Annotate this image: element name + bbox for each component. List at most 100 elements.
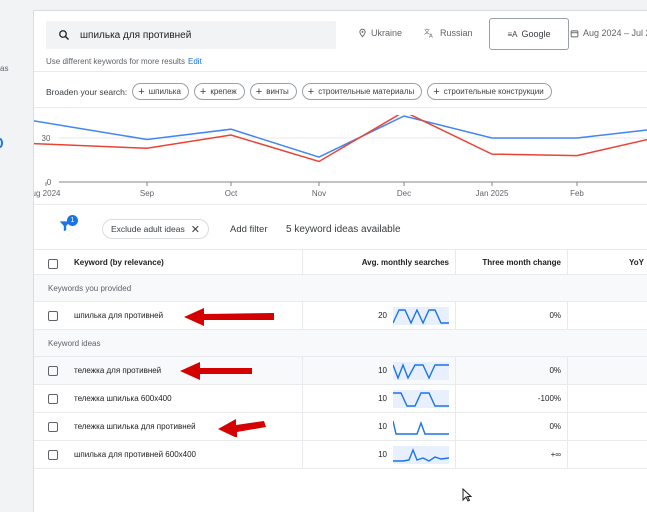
yoy-change-cell <box>568 441 647 468</box>
left-sidebar-fragment: as <box>0 0 33 512</box>
edit-keywords-link[interactable]: Edit <box>188 57 202 66</box>
x-tick-label: Oct <box>225 189 238 198</box>
column-header-three-month[interactable]: Three month change <box>456 250 568 274</box>
search-input[interactable] <box>80 29 320 41</box>
calendar-icon <box>570 29 579 37</box>
table-row[interactable]: тележка шпилька 600х400 10 -100% <box>34 385 647 413</box>
yoy-change-cell <box>568 413 647 440</box>
group-header-ideas: Keyword ideas <box>34 330 647 357</box>
mouse-cursor-icon <box>462 488 472 502</box>
x-tick-label: Jan 2025 <box>476 189 509 198</box>
exclude-adult-ideas-chip[interactable]: Exclude adult ideas ✕ <box>102 219 209 239</box>
three-month-change-cell: 0% <box>456 302 568 329</box>
broaden-chip[interactable]: + шпилька <box>132 83 189 100</box>
table-row[interactable]: тележка шпилька для противней 10 0% <box>34 413 647 441</box>
plus-icon: + <box>433 85 440 98</box>
avg-searches-value: 20 <box>378 311 387 320</box>
chip-label: строительные конструкции <box>443 87 544 96</box>
plus-icon: + <box>255 85 263 98</box>
yoy-change-cell <box>568 357 647 384</box>
row-checkbox[interactable] <box>48 450 58 460</box>
broaden-chip[interactable]: + строительные конструкции <box>427 83 552 100</box>
plus-icon: + <box>138 85 145 98</box>
broaden-chip[interactable]: + строительные материалы <box>301 83 423 100</box>
three-month-change-cell: -100% <box>456 385 568 412</box>
add-filter-button[interactable]: Add filter <box>230 224 268 235</box>
chip-label: шпилька <box>148 87 181 96</box>
x-tick-label: Dec <box>397 189 411 198</box>
keyword-table: Keyword (by relevance) Avg. monthly sear… <box>34 249 647 469</box>
yoy-change-cell <box>568 385 647 412</box>
row-checkbox[interactable] <box>48 366 58 376</box>
keyword-text: тележка шпилька для противней <box>74 422 196 431</box>
close-icon[interactable]: ✕ <box>191 223 200 236</box>
sparkline <box>393 306 449 325</box>
column-header-keyword[interactable]: Keyword (by relevance) <box>74 258 164 267</box>
location-label: Ukraine <box>371 28 403 38</box>
yoy-change-cell <box>568 302 647 329</box>
search-bar[interactable] <box>46 21 336 49</box>
x-tick-label: Nov <box>312 189 326 198</box>
avg-searches-value: 10 <box>378 366 387 375</box>
trend-series-line-0 <box>34 115 647 158</box>
sidebar-circle-icon <box>0 138 3 148</box>
y-tick-label: 0 <box>47 178 52 187</box>
sparkline <box>393 445 449 464</box>
row-checkbox[interactable] <box>48 394 58 404</box>
y-tick-label: 30 <box>42 134 51 143</box>
avg-searches-cell: 20 <box>302 302 456 329</box>
filter-count-badge: 1 <box>67 215 78 226</box>
plus-icon: + <box>307 85 315 98</box>
sparkline <box>393 420 449 435</box>
language-label: Russian <box>440 28 473 38</box>
group-header-provided: Keywords you provided <box>34 275 647 302</box>
column-header-yoy[interactable]: YoY <box>568 250 647 274</box>
divider <box>34 107 647 108</box>
translate-icon: 文A <box>424 28 433 39</box>
location-selector[interactable]: Ukraine <box>358 28 402 38</box>
broaden-search-bar: Broaden your search: + шпилька + крепеж + в… <box>46 83 552 100</box>
x-tick-label: Feb <box>570 189 584 198</box>
keyword-text: тележка шпилька 600х400 <box>74 394 172 403</box>
network-label: Google <box>521 29 551 39</box>
chip-label: строительные материалы <box>318 87 415 96</box>
table-row[interactable]: шпилька для противней 20 0% <box>34 302 647 330</box>
network-selector[interactable]: ≡A Google <box>489 18 569 50</box>
keyword-ideas-count: 5 keyword ideas available <box>286 224 401 235</box>
svg-text:A: A <box>429 34 433 39</box>
language-selector[interactable]: 文A Russian <box>424 28 473 38</box>
three-month-change-cell: +∞ <box>456 441 568 468</box>
divider <box>34 71 647 72</box>
broaden-label: Broaden your search: <box>46 86 128 97</box>
sparkline <box>393 389 449 408</box>
annotation-arrow <box>184 308 274 326</box>
filter-bar: 1 Exclude adult ideas ✕ Add filter 5 key… <box>34 215 647 241</box>
row-checkbox[interactable] <box>48 422 58 432</box>
broaden-chip[interactable]: + винты <box>249 83 297 100</box>
sparkline <box>393 361 449 380</box>
plus-icon: + <box>199 85 207 98</box>
avg-searches-value: 10 <box>378 450 387 459</box>
select-all-checkbox[interactable] <box>48 259 58 269</box>
x-tick-label: ug 2024 <box>34 189 61 198</box>
location-pin-icon <box>359 28 366 38</box>
broaden-chip[interactable]: + крепеж <box>193 83 245 100</box>
date-range-selector[interactable]: Aug 2024 – Jul 2 <box>570 28 647 38</box>
table-row[interactable]: тележка для противней 10 0% <box>34 357 647 385</box>
date-range-label: Aug 2024 – Jul 2 <box>583 28 647 38</box>
keyword-text: шпилька для противней <box>74 311 164 320</box>
keyword-text: тележка для противней <box>74 366 162 375</box>
network-icon: ≡A <box>507 29 518 39</box>
avg-searches-value: 10 <box>378 422 387 431</box>
avg-searches-cell: 10 <box>302 357 456 384</box>
three-month-change-cell: 0% <box>456 357 568 384</box>
row-checkbox[interactable] <box>48 311 58 321</box>
divider <box>34 204 647 205</box>
header-label: Three month change <box>482 257 561 267</box>
x-tick-label: Sep <box>140 189 155 198</box>
table-row[interactable]: шпилька для противней 600х400 10 +∞ <box>34 441 647 469</box>
three-month-change-cell: 0% <box>456 413 568 440</box>
annotation-arrow <box>180 362 252 380</box>
search-trend-chart: 30 0 ug 2024 Sep Oct Nov Dec Jan 2025 Feb <box>34 115 647 198</box>
column-header-avg-searches[interactable]: Avg. monthly searches <box>302 250 456 274</box>
